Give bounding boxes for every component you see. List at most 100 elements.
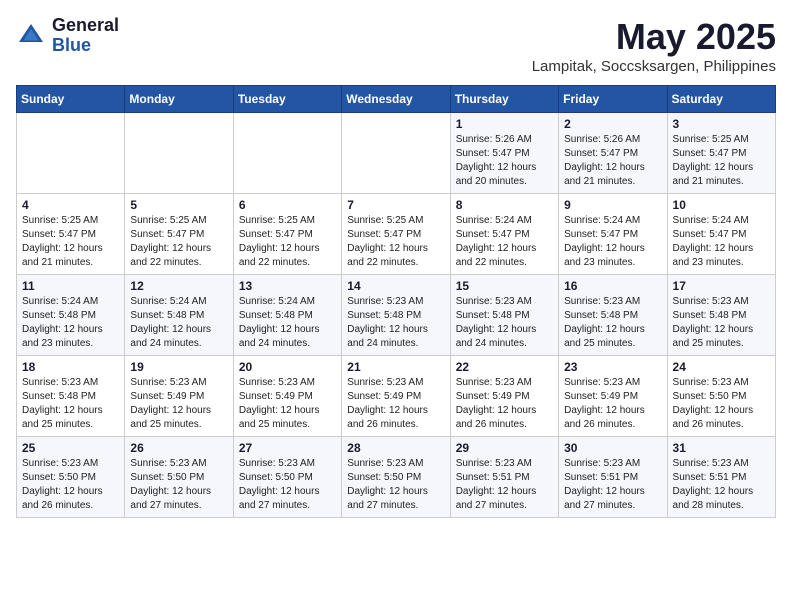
day-number: 27	[239, 441, 336, 455]
weekday-header-sunday: Sunday	[17, 86, 125, 113]
day-info: Sunrise: 5:23 AM Sunset: 5:49 PM Dayligh…	[347, 376, 444, 432]
calendar-cell: 25 Sunrise: 5:23 AM Sunset: 5:50 PM Dayli…	[17, 437, 125, 518]
main-title: May 2025	[532, 16, 776, 58]
day-number: 23	[564, 360, 661, 374]
calendar-week-2: 4 Sunrise: 5:25 AM Sunset: 5:47 PM Daylig…	[17, 194, 776, 275]
calendar-cell: 1Sunrise: 5:26 AM Sunset: 5:47 PM Daylig…	[450, 113, 558, 194]
day-number: 21	[347, 360, 444, 374]
day-info: Sunrise: 5:24 AM Sunset: 5:48 PM Dayligh…	[22, 295, 119, 351]
title-block: May 2025 Lampitak, Soccsksargen, Philipp…	[532, 16, 776, 75]
day-info: Sunrise: 5:23 AM Sunset: 5:51 PM Dayligh…	[564, 457, 661, 513]
calendar-cell	[233, 113, 341, 194]
weekday-header-friday: Friday	[559, 86, 667, 113]
day-number: 7	[347, 198, 444, 212]
day-number: 2	[564, 117, 661, 131]
day-number: 24	[673, 360, 770, 374]
day-number: 18	[22, 360, 119, 374]
day-number: 20	[239, 360, 336, 374]
day-info: Sunrise: 5:23 AM Sunset: 5:48 PM Dayligh…	[456, 295, 553, 351]
day-info: Sunrise: 5:23 AM Sunset: 5:50 PM Dayligh…	[22, 457, 119, 513]
logo-general: General	[52, 16, 119, 36]
day-number: 1	[456, 117, 553, 131]
day-info: Sunrise: 5:24 AM Sunset: 5:47 PM Dayligh…	[456, 214, 553, 270]
calendar-cell: 12 Sunrise: 5:24 AM Sunset: 5:48 PM Dayli…	[125, 275, 233, 356]
calendar-cell: 17 Sunrise: 5:23 AM Sunset: 5:48 PM Dayli…	[667, 275, 775, 356]
day-info: Sunrise: 5:23 AM Sunset: 5:49 PM Dayligh…	[130, 376, 227, 432]
weekday-header-monday: Monday	[125, 86, 233, 113]
day-info: Sunrise: 5:23 AM Sunset: 5:48 PM Dayligh…	[564, 295, 661, 351]
logo-blue: Blue	[52, 36, 119, 56]
calendar-cell: 31 Sunrise: 5:23 AM Sunset: 5:51 PM Dayli…	[667, 437, 775, 518]
weekday-header-tuesday: Tuesday	[233, 86, 341, 113]
calendar-cell: 26 Sunrise: 5:23 AM Sunset: 5:50 PM Dayli…	[125, 437, 233, 518]
day-number: 29	[456, 441, 553, 455]
calendar-cell: 30 Sunrise: 5:23 AM Sunset: 5:51 PM Dayli…	[559, 437, 667, 518]
day-info: Sunrise: 5:23 AM Sunset: 5:51 PM Dayligh…	[673, 457, 770, 513]
day-number: 15	[456, 279, 553, 293]
day-info: Sunrise: 5:25 AM Sunset: 5:47 PM Dayligh…	[347, 214, 444, 270]
day-number: 17	[673, 279, 770, 293]
day-number: 28	[347, 441, 444, 455]
day-number: 3	[673, 117, 770, 131]
day-number: 31	[673, 441, 770, 455]
day-number: 8	[456, 198, 553, 212]
calendar-header: SundayMondayTuesdayWednesdayThursdayFrid…	[17, 86, 776, 113]
calendar-cell: 28 Sunrise: 5:23 AM Sunset: 5:50 PM Dayli…	[342, 437, 450, 518]
calendar-cell: 24 Sunrise: 5:23 AM Sunset: 5:50 PM Dayli…	[667, 356, 775, 437]
day-info: Sunrise: 5:23 AM Sunset: 5:48 PM Dayligh…	[347, 295, 444, 351]
calendar-cell: 7 Sunrise: 5:25 AM Sunset: 5:47 PM Daylig…	[342, 194, 450, 275]
calendar-cell: 16 Sunrise: 5:23 AM Sunset: 5:48 PM Dayli…	[559, 275, 667, 356]
day-info: Sunrise: 5:23 AM Sunset: 5:51 PM Dayligh…	[456, 457, 553, 513]
calendar-cell	[125, 113, 233, 194]
day-number: 12	[130, 279, 227, 293]
day-info: Sunrise: 5:23 AM Sunset: 5:48 PM Dayligh…	[673, 295, 770, 351]
page-header: General Blue May 2025 Lampitak, Soccsksa…	[16, 16, 776, 75]
weekday-header-row: SundayMondayTuesdayWednesdayThursdayFrid…	[17, 86, 776, 113]
calendar-cell: 3Sunrise: 5:25 AM Sunset: 5:47 PM Daylig…	[667, 113, 775, 194]
day-info: Sunrise: 5:23 AM Sunset: 5:49 PM Dayligh…	[239, 376, 336, 432]
logo-text: General Blue	[52, 16, 119, 56]
day-info: Sunrise: 5:24 AM Sunset: 5:47 PM Dayligh…	[673, 214, 770, 270]
day-number: 16	[564, 279, 661, 293]
calendar-cell: 20 Sunrise: 5:23 AM Sunset: 5:49 PM Dayli…	[233, 356, 341, 437]
day-info: Sunrise: 5:24 AM Sunset: 5:48 PM Dayligh…	[130, 295, 227, 351]
logo: General Blue	[16, 16, 119, 56]
day-number: 6	[239, 198, 336, 212]
calendar-week-4: 18 Sunrise: 5:23 AM Sunset: 5:48 PM Dayli…	[17, 356, 776, 437]
calendar-cell: 18 Sunrise: 5:23 AM Sunset: 5:48 PM Dayli…	[17, 356, 125, 437]
calendar-cell: 5Sunrise: 5:25 AM Sunset: 5:47 PM Daylig…	[125, 194, 233, 275]
day-number: 26	[130, 441, 227, 455]
day-info: Sunrise: 5:23 AM Sunset: 5:50 PM Dayligh…	[239, 457, 336, 513]
calendar-cell	[342, 113, 450, 194]
calendar-cell: 13 Sunrise: 5:24 AM Sunset: 5:48 PM Dayli…	[233, 275, 341, 356]
day-info: Sunrise: 5:23 AM Sunset: 5:50 PM Dayligh…	[347, 457, 444, 513]
calendar-cell: 27 Sunrise: 5:23 AM Sunset: 5:50 PM Dayli…	[233, 437, 341, 518]
calendar-cell: 8 Sunrise: 5:24 AM Sunset: 5:47 PM Daylig…	[450, 194, 558, 275]
day-number: 10	[673, 198, 770, 212]
day-info: Sunrise: 5:23 AM Sunset: 5:50 PM Dayligh…	[130, 457, 227, 513]
day-number: 25	[22, 441, 119, 455]
calendar-cell: 21 Sunrise: 5:23 AM Sunset: 5:49 PM Dayli…	[342, 356, 450, 437]
calendar-cell: 14 Sunrise: 5:23 AM Sunset: 5:48 PM Dayli…	[342, 275, 450, 356]
calendar-cell: 11Sunrise: 5:24 AM Sunset: 5:48 PM Dayli…	[17, 275, 125, 356]
day-info: Sunrise: 5:26 AM Sunset: 5:47 PM Dayligh…	[564, 133, 661, 189]
calendar-cell	[17, 113, 125, 194]
calendar-cell: 6 Sunrise: 5:25 AM Sunset: 5:47 PM Daylig…	[233, 194, 341, 275]
day-info: Sunrise: 5:23 AM Sunset: 5:50 PM Dayligh…	[673, 376, 770, 432]
weekday-header-saturday: Saturday	[667, 86, 775, 113]
calendar-week-1: 1 Sunrise: 5:26 AM Sunset: 5:47 PM Daylig…	[17, 113, 776, 194]
calendar-body: 1 Sunrise: 5:26 AM Sunset: 5:47 PM Daylig…	[17, 113, 776, 518]
day-number: 13	[239, 279, 336, 293]
day-number: 4	[22, 198, 119, 212]
day-number: 14	[347, 279, 444, 293]
calendar-cell: 4Sunrise: 5:25 AM Sunset: 5:47 PM Daylig…	[17, 194, 125, 275]
weekday-header-thursday: Thursday	[450, 86, 558, 113]
day-number: 30	[564, 441, 661, 455]
day-info: Sunrise: 5:24 AM Sunset: 5:48 PM Dayligh…	[239, 295, 336, 351]
day-number: 22	[456, 360, 553, 374]
day-info: Sunrise: 5:23 AM Sunset: 5:48 PM Dayligh…	[22, 376, 119, 432]
day-info: Sunrise: 5:25 AM Sunset: 5:47 PM Dayligh…	[239, 214, 336, 270]
calendar-cell: 15 Sunrise: 5:23 AM Sunset: 5:48 PM Dayli…	[450, 275, 558, 356]
calendar-cell: 19Sunrise: 5:23 AM Sunset: 5:49 PM Dayli…	[125, 356, 233, 437]
calendar-week-3: 11Sunrise: 5:24 AM Sunset: 5:48 PM Dayli…	[17, 275, 776, 356]
